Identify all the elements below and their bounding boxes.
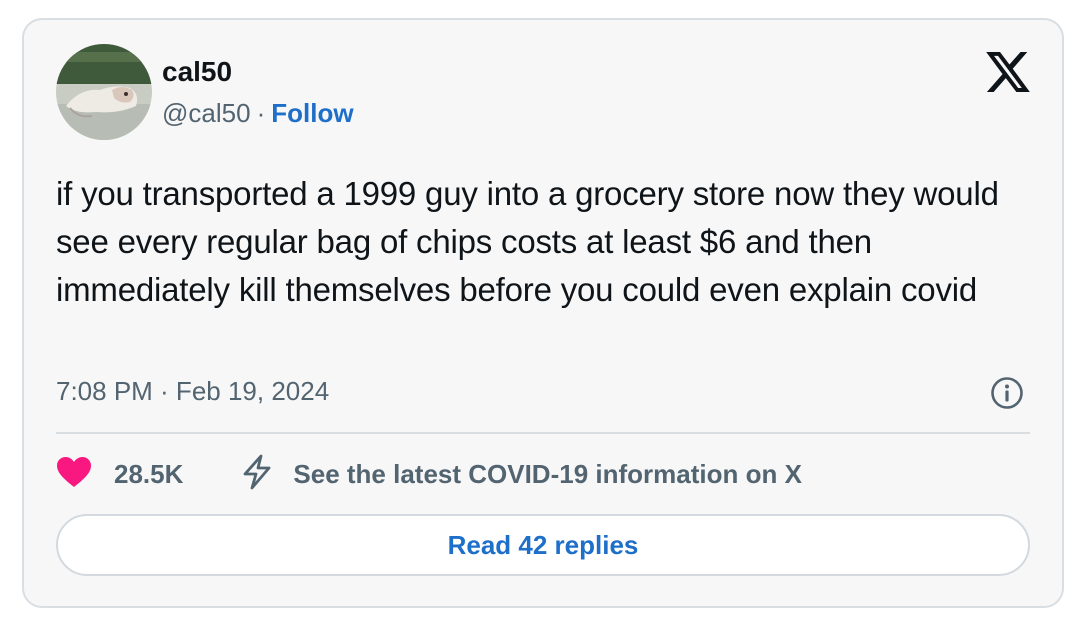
heart-icon	[56, 456, 92, 493]
covid-info-label: See the latest COVID-19 information on X	[293, 458, 802, 489]
like-button[interactable]: 28.5K	[56, 456, 183, 493]
lightning-icon	[241, 454, 273, 495]
author-handle-row: @cal50 · Follow	[162, 96, 354, 130]
tweet-embed-card: cal50 @cal50 · Follow if you transported a…	[22, 18, 1064, 608]
avatar-photo-icon	[56, 44, 152, 140]
action-bar: 28.5K See the latest COVID-19 informatio…	[56, 452, 802, 496]
divider	[56, 432, 1030, 434]
avatar[interactable]	[56, 44, 152, 140]
read-replies-button[interactable]: Read 42 replies	[56, 514, 1030, 576]
tweet-timestamp[interactable]: 7:08 PM · Feb 19, 2024	[56, 374, 329, 408]
follow-button[interactable]: Follow	[271, 98, 353, 128]
info-icon[interactable]	[990, 376, 1024, 410]
separator-dot: ·	[256, 98, 266, 128]
author-display-name[interactable]: cal50	[162, 54, 232, 90]
covid-info-link[interactable]: See the latest COVID-19 information on X	[241, 454, 802, 495]
like-count: 28.5K	[114, 458, 184, 489]
tweet-text: if you transported a 1999 guy into a gro…	[56, 175, 999, 308]
x-logo-icon[interactable]	[986, 52, 1030, 92]
author-handle[interactable]: @cal50	[162, 98, 251, 128]
